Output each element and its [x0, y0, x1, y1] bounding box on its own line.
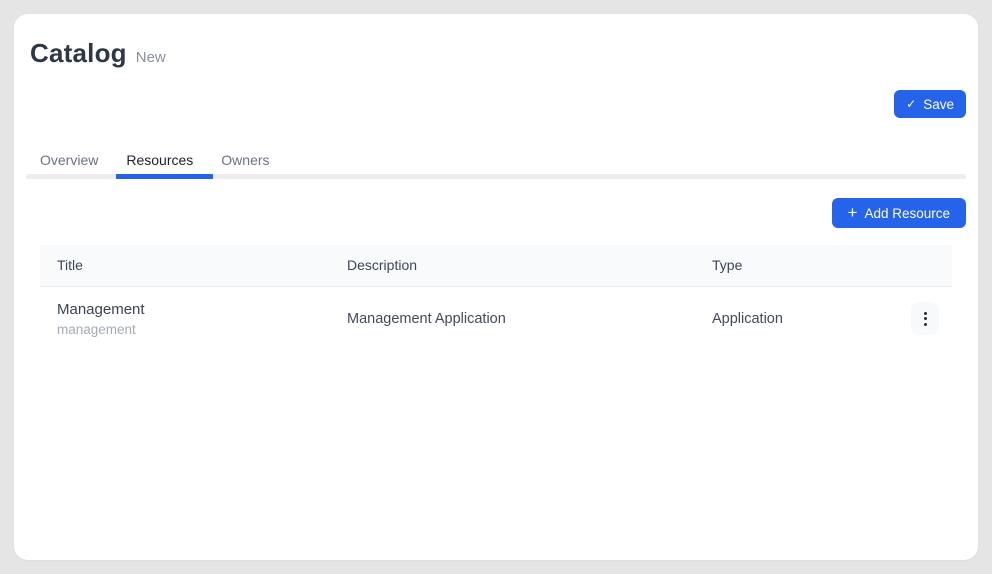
add-resource-button[interactable]: + Add Resource [832, 198, 967, 228]
active-tab-indicator [116, 174, 213, 179]
tab-overview[interactable]: Overview [26, 147, 112, 174]
cell-title: Management management [40, 286, 330, 351]
page-status-badge: New [136, 49, 166, 66]
table-header-row: Title Description Type [40, 245, 952, 286]
column-header-description: Description [330, 245, 695, 286]
column-header-actions [894, 245, 952, 286]
tab-resources[interactable]: Resources [112, 147, 207, 174]
resources-table: Title Description Type Management manage… [40, 245, 952, 351]
save-row: ✓ Save [26, 90, 966, 118]
page-title: Catalog [30, 38, 127, 69]
save-button-label: Save [923, 97, 954, 112]
table-toolbar: + Add Resource [26, 198, 966, 228]
tab-track [26, 174, 966, 179]
plus-icon: + [848, 204, 858, 221]
page-header: Catalog New [30, 38, 966, 69]
tab-bar: Overview Resources Owners [26, 147, 966, 174]
column-header-title: Title [40, 245, 330, 286]
save-button[interactable]: ✓ Save [894, 90, 966, 118]
catalog-card: Catalog New ✓ Save Overview Resources Ow… [14, 14, 978, 560]
check-icon: ✓ [906, 98, 916, 110]
cell-type: Application [695, 286, 894, 351]
cell-actions [894, 286, 952, 351]
column-header-type: Type [695, 245, 894, 286]
kebab-icon [924, 312, 927, 315]
add-resource-button-label: Add Resource [864, 206, 950, 221]
table-row: Management management Management Applica… [40, 286, 952, 351]
row-menu-button[interactable] [911, 302, 939, 335]
resource-title: Management [57, 301, 330, 318]
tab-owners[interactable]: Owners [207, 147, 283, 174]
resource-name: management [57, 322, 330, 337]
cell-description: Management Application [330, 286, 695, 351]
